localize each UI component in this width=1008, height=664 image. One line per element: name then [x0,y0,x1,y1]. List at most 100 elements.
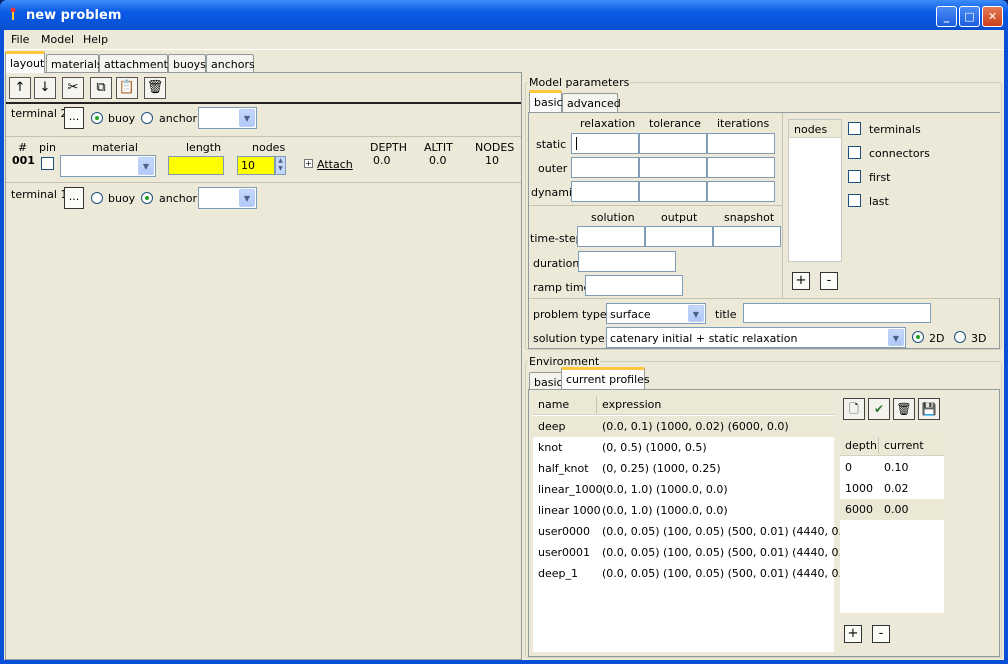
maximize-button[interactable]: □ [959,6,980,27]
dynamic-iterations-input[interactable] [707,181,775,202]
2d-radio[interactable] [912,331,924,343]
length-field[interactable] [168,156,224,175]
nodes-area: nodes terminals connectors first last + … [782,113,1001,298]
profile-row[interactable]: knot (0, 0.5) (1000, 0.5) [533,437,834,458]
copy-icon[interactable]: ⧉ [90,77,112,99]
delete-icon[interactable]: 🗑 [144,77,166,99]
terminal2-type-select[interactable]: ▼ [198,107,257,129]
terminal1-row: terminal 1 ... buoy anchor ▼ [6,184,521,217]
outer-iterations-input[interactable] [707,157,775,178]
timestep-output-input[interactable] [645,226,713,247]
remove-point-button[interactable]: - [872,625,890,643]
model-tab-basic[interactable]: basic [529,90,563,112]
new-profile-icon[interactable]: 🗋 [843,398,865,420]
nodes-list[interactable]: nodes [788,119,842,262]
terminal1-anchor-radio[interactable] [141,192,153,204]
profiles-table[interactable]: name expression deep (0.0, 0.1) (1000, 0… [533,394,853,652]
connectors-label: connectors [869,147,930,160]
timestep-snapshot-input[interactable] [713,226,781,247]
tab-layout[interactable]: layout [5,51,45,73]
dynamic-relaxation-input[interactable] [571,181,639,202]
outer-relaxation-input[interactable] [571,157,639,178]
title-bar[interactable]: new problem _ □ ✕ [0,0,1008,30]
add-point-button[interactable]: + [844,625,862,643]
profile-row[interactable]: deep_1 (0.0, 0.05) (100, 0.05) (500, 0.0… [533,563,853,584]
profile-expression: (0, 0.25) (1000, 0.25) [602,462,721,475]
terminal2-browse-button[interactable]: ... [64,107,84,129]
last-checkbox[interactable] [848,194,861,207]
profile-name: linear 1000 [538,504,601,517]
cut-icon[interactable]: ✂ [62,77,84,99]
profiles-table-header: name expression [533,394,834,415]
point-row[interactable]: 6000 0.00 [840,499,944,520]
env-tab-current-profiles[interactable]: current profiles [561,367,650,389]
chevron-down-icon: ▼ [239,189,255,207]
attach-link[interactable]: Attach [317,158,353,171]
point-current: 0.02 [884,482,909,495]
dynamic-tolerance-input[interactable] [639,181,707,202]
profile-row[interactable]: linear_1000 (0.0, 1.0) (1000.0, 0.0) [533,479,834,500]
tab-attachments[interactable]: attachments [99,54,174,74]
points-table[interactable]: depth current 0 0.10 1000 0.02 6000 0.00 [840,435,944,613]
outer-tolerance-input[interactable] [639,157,707,178]
point-row[interactable]: 0 0.10 [840,457,944,478]
static-relaxation-input[interactable] [571,133,639,154]
terminal1-browse-button[interactable]: ... [64,187,84,209]
profile-row[interactable]: linear 1000 (0.0, 1.0) (1000.0, 0.0) [533,500,834,521]
profile-name: linear_1000 [538,483,603,496]
menu-file[interactable]: File [11,33,29,46]
apply-check-icon[interactable]: ✔ [868,398,890,420]
attach-expand-icon[interactable]: + [304,159,313,168]
problem-type-select[interactable]: surface ▼ [606,303,706,324]
terminal1-type-select[interactable]: ▼ [198,187,257,209]
solution-type-select[interactable]: catenary initial + static relaxation ▼ [606,327,906,348]
remove-node-button[interactable]: - [820,272,838,290]
terminal1-buoy-radio[interactable] [91,192,103,204]
ramp-time-input[interactable] [585,275,683,296]
connectors-checkbox[interactable] [848,146,861,159]
add-node-button[interactable]: + [792,272,810,290]
solution-header: solution [591,211,635,224]
title-input[interactable] [743,303,931,323]
profile-row[interactable]: user0001 (0.0, 0.05) (100, 0.05) (500, 0… [533,542,853,563]
terminal2-anchor-radio[interactable] [141,112,153,124]
static-tolerance-input[interactable] [639,133,707,154]
move-up-icon[interactable]: ↑ [9,77,31,99]
profile-row[interactable]: half_knot (0, 0.25) (1000, 0.25) [533,458,834,479]
profile-row[interactable]: user0000 (0.0, 0.05) (100, 0.05) (500, 0… [533,521,853,542]
minimize-button[interactable]: _ [936,6,957,27]
point-row[interactable]: 1000 0.02 [840,478,944,499]
profile-name: deep [538,420,566,433]
timestep-solution-input[interactable] [577,226,645,247]
pin-checkbox[interactable] [41,157,54,170]
menu-model[interactable]: Model [41,33,74,46]
nodes-spinner[interactable]: ▲ ▼ [275,156,286,175]
chevron-down-icon: ▼ [239,109,255,127]
static-iterations-input[interactable] [707,133,775,154]
delete-profile-icon[interactable]: 🗑 [893,398,915,420]
tab-materials[interactable]: materials [46,54,103,74]
line-number: 001 [12,154,35,167]
tab-anchors[interactable]: anchors [206,54,255,74]
model-tab-advanced[interactable]: advanced [562,93,621,113]
nodes-field[interactable]: 10 [237,156,275,175]
terminal2-buoy-radio[interactable] [91,112,103,124]
profile-expression: (0.0, 0.05) (100, 0.05) (500, 0.01) (444… [602,567,854,580]
3d-radio[interactable] [954,331,966,343]
outer-label: outer [538,162,568,175]
save-profile-icon[interactable]: 💾 [918,398,940,420]
close-button[interactable]: ✕ [982,6,1003,27]
tab-buoys[interactable]: buoys [168,54,206,74]
duration-input[interactable] [578,251,676,272]
menu-help[interactable]: Help [83,33,108,46]
terminals-checkbox[interactable] [848,122,861,135]
first-checkbox[interactable] [848,170,861,183]
profile-name: user0001 [538,546,590,559]
text-cursor [576,137,577,150]
material-select[interactable]: ▼ [60,155,156,177]
paste-icon[interactable]: 📋 [116,77,138,99]
tolerance-header: tolerance [649,117,701,130]
profile-row[interactable]: deep (0.0, 0.1) (1000, 0.02) (6000, 0.0) [533,416,834,437]
problem-type-label: problem type [533,308,607,321]
move-down-icon[interactable]: ↓ [34,77,56,99]
